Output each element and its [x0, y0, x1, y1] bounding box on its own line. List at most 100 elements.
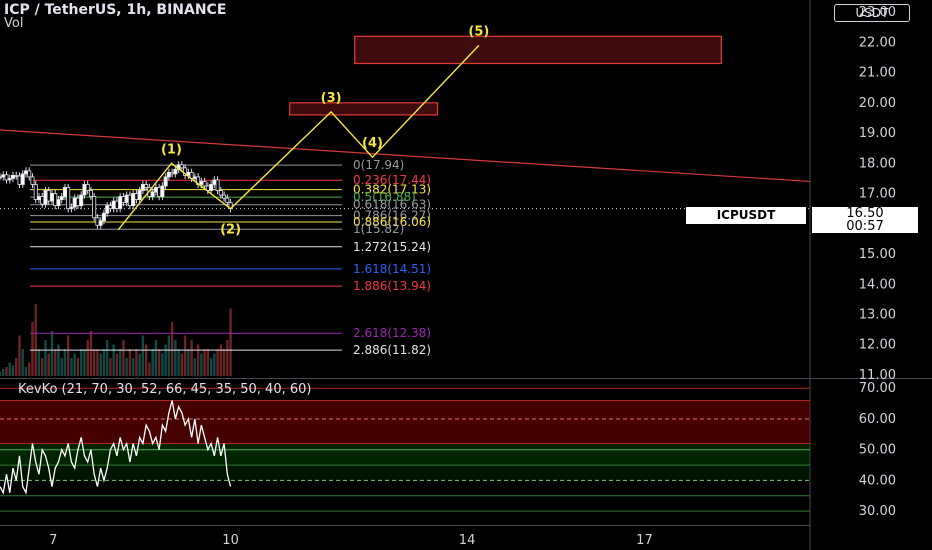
candle-body	[17, 175, 22, 185]
volume-bar	[109, 358, 112, 376]
volume-bar	[141, 335, 145, 376]
volume-bar	[73, 353, 76, 376]
volume-bar	[167, 335, 171, 376]
candle-body	[150, 191, 155, 197]
volume-bar	[213, 353, 216, 376]
price-tick-label: 12.00	[859, 338, 896, 353]
volume-bar	[21, 349, 24, 376]
volume-bar	[83, 349, 86, 376]
volume-bar	[41, 358, 44, 376]
candle-body	[49, 193, 54, 202]
candle-body	[121, 196, 126, 204]
fib-level-label: 2.886(11.82)	[353, 343, 431, 357]
candle-body	[23, 170, 28, 175]
candle-body	[166, 171, 171, 178]
volume-bar	[138, 353, 141, 376]
candle-body	[10, 174, 15, 179]
candle-body	[72, 197, 77, 208]
candle-body	[212, 179, 217, 185]
fib-level-label: 1.272(15.24)	[353, 240, 431, 254]
volume-bar	[174, 340, 177, 376]
candle-body	[179, 164, 184, 169]
volume-bar	[96, 349, 99, 376]
volume-bar	[151, 349, 154, 376]
time-tick-label: 10	[222, 533, 239, 548]
candle-countdown: 00:57	[846, 219, 884, 234]
volume-bar	[209, 358, 213, 376]
volume-bar	[118, 349, 122, 376]
time-tick-label: 14	[459, 533, 476, 548]
volume-bar	[170, 322, 174, 376]
indicator-tick-label: 30.00	[859, 504, 896, 519]
volume-bar	[60, 358, 63, 376]
volume-bar	[0, 371, 2, 376]
volume-bar	[183, 335, 187, 376]
volume-bar	[47, 353, 50, 376]
fib-level-label: 1.886(13.94)	[353, 279, 431, 293]
candle-body	[59, 196, 64, 200]
candle-body	[127, 194, 132, 207]
wave-label: (5)	[468, 24, 489, 39]
volume-bar	[131, 358, 135, 376]
candle-body	[160, 185, 165, 197]
candle-body	[75, 197, 80, 207]
time-tick-label: 17	[636, 533, 653, 548]
volume-bar	[15, 358, 18, 376]
price-tick-label: 20.00	[859, 96, 896, 111]
candle-body	[108, 205, 113, 210]
volume-bar	[161, 353, 164, 376]
volume-bar	[216, 349, 219, 376]
volume-bar	[206, 349, 210, 376]
volume-bar	[144, 344, 148, 376]
volume-bar	[219, 344, 223, 376]
volume-bar	[37, 349, 41, 376]
candle-body	[1, 174, 6, 178]
candle-body	[153, 187, 158, 193]
candle-body	[131, 193, 136, 207]
volume-bar	[70, 358, 73, 376]
candle-body	[46, 190, 51, 202]
volume-bar	[200, 353, 203, 376]
volume-bar	[154, 340, 158, 376]
candle-body	[173, 168, 178, 175]
volume-bar	[63, 349, 67, 376]
volume-bar	[125, 358, 128, 376]
candle-body	[111, 200, 116, 210]
candle-body	[95, 217, 100, 226]
wave-label: (1)	[161, 142, 182, 157]
candle-body	[14, 174, 19, 177]
candle-body	[218, 190, 223, 196]
volume-bar	[105, 340, 109, 376]
neutral-band	[0, 443, 810, 466]
candle-body	[137, 190, 142, 200]
price-tick-label: 18.00	[859, 156, 896, 171]
currency-button[interactable]: USDT	[834, 4, 910, 22]
volume-bar	[54, 349, 57, 376]
candle-body	[33, 184, 38, 200]
volume-bar	[24, 367, 28, 376]
volume-bar	[18, 335, 21, 376]
price-tick-label: 14.00	[859, 277, 896, 292]
candle-body	[134, 193, 139, 200]
volume-bar	[226, 340, 229, 376]
volume-bar	[28, 362, 31, 376]
indicator-tick-label: 50.00	[859, 443, 896, 458]
candle-body	[192, 176, 197, 179]
candle-body	[199, 181, 204, 185]
indicator-title[interactable]: KevKo (21, 70, 30, 52, 66, 45, 35, 50, 4…	[18, 382, 311, 397]
volume-bar	[92, 349, 96, 376]
candle-body	[144, 184, 149, 188]
volume-bar	[177, 349, 180, 376]
volume-bar	[135, 349, 138, 376]
volume-bar	[187, 349, 190, 376]
candle-body	[79, 194, 84, 207]
volume-bar	[190, 340, 193, 376]
volume-bar	[57, 344, 60, 376]
candle-body	[43, 190, 48, 205]
fib-level-label: 0(17.94)	[353, 158, 404, 172]
candle-body	[98, 220, 103, 226]
volume-bar	[99, 353, 102, 376]
price-tick-label: 19.00	[859, 126, 896, 141]
candle-body	[124, 194, 129, 204]
candle-body	[85, 184, 90, 191]
